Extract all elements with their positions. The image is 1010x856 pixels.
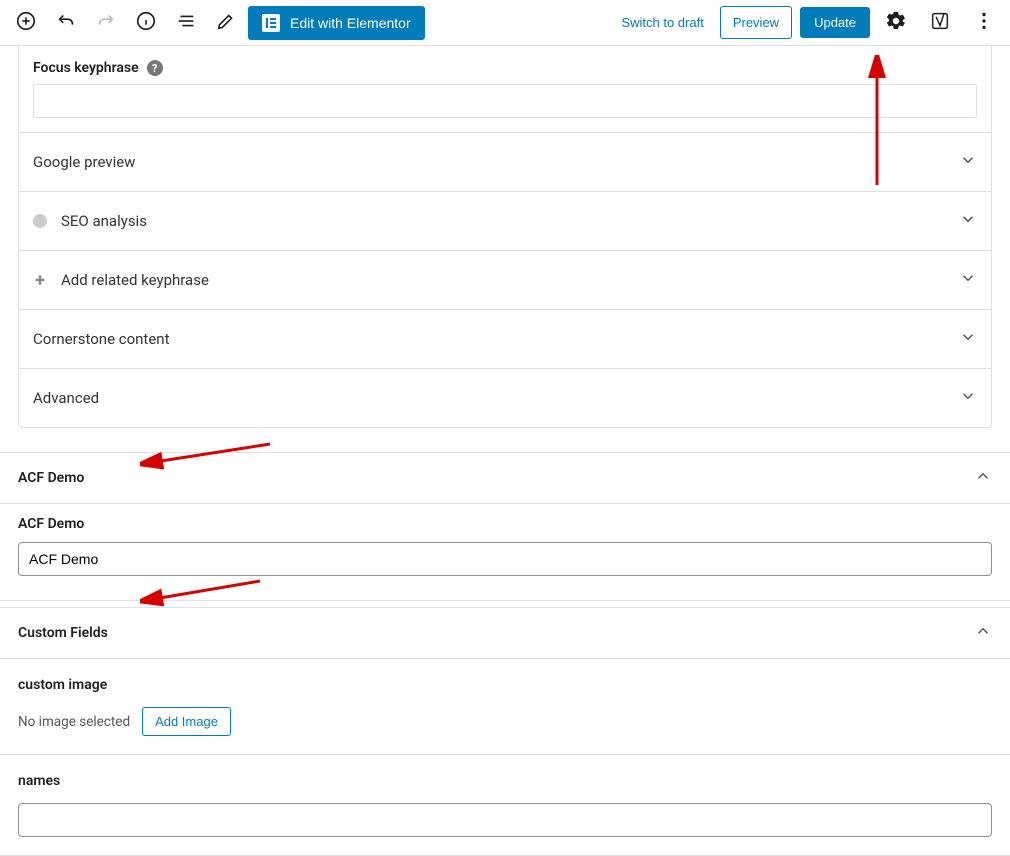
chevron-down-icon bbox=[959, 328, 977, 350]
cornerstone-label: Cornerstone content bbox=[33, 330, 169, 348]
plus-icon: + bbox=[33, 270, 47, 291]
custom-fields-metabox: Custom Fields custom image No image sele… bbox=[0, 607, 1010, 856]
google-preview-label: Google preview bbox=[33, 153, 135, 171]
undo-icon bbox=[55, 10, 77, 35]
focus-keyphrase-label: Focus keyphrase bbox=[33, 60, 139, 76]
status-dot-icon bbox=[33, 214, 47, 228]
editor-toolbar: Edit with Elementor Switch to draft Prev… bbox=[0, 0, 1010, 46]
plus-circle-icon bbox=[15, 10, 37, 35]
yoast-icon bbox=[929, 10, 951, 35]
google-preview-row[interactable]: Google preview bbox=[19, 133, 991, 192]
chevron-down-icon bbox=[959, 387, 977, 409]
elementor-icon bbox=[262, 14, 280, 32]
no-image-text: No image selected bbox=[18, 714, 130, 730]
add-related-label: Add related keyphrase bbox=[61, 271, 209, 289]
info-button[interactable] bbox=[128, 5, 164, 41]
acf-demo-metabox: ACF Demo ACF Demo bbox=[0, 452, 1010, 601]
switch-to-draft-button[interactable]: Switch to draft bbox=[613, 9, 711, 36]
preview-button[interactable]: Preview bbox=[720, 6, 792, 39]
redo-icon bbox=[95, 10, 117, 35]
help-icon[interactable]: ? bbox=[147, 60, 163, 76]
edit-mode-button[interactable] bbox=[208, 5, 244, 41]
add-image-button[interactable]: Add Image bbox=[142, 707, 231, 736]
info-icon bbox=[135, 10, 157, 35]
ellipsis-vertical-icon bbox=[973, 10, 995, 35]
cornerstone-content-row[interactable]: Cornerstone content bbox=[19, 310, 991, 369]
gear-icon bbox=[885, 10, 907, 35]
settings-button[interactable] bbox=[878, 5, 914, 41]
names-label: names bbox=[18, 773, 992, 789]
yoast-button[interactable] bbox=[922, 5, 958, 41]
acf-demo-field-label: ACF Demo bbox=[18, 516, 992, 532]
acf-demo-input[interactable] bbox=[18, 542, 992, 576]
elementor-button-label: Edit with Elementor bbox=[290, 15, 411, 31]
focus-keyphrase-input[interactable] bbox=[33, 84, 977, 118]
custom-fields-header[interactable]: Custom Fields bbox=[0, 608, 1010, 658]
list-view-button[interactable] bbox=[168, 5, 204, 41]
undo-button[interactable] bbox=[48, 5, 84, 41]
names-input[interactable] bbox=[18, 803, 992, 837]
chevron-down-icon bbox=[959, 269, 977, 291]
chevron-up-icon bbox=[974, 622, 992, 644]
seo-analysis-label: SEO analysis bbox=[61, 212, 147, 230]
advanced-row[interactable]: Advanced bbox=[19, 369, 991, 427]
more-options-button[interactable] bbox=[966, 5, 1002, 41]
advanced-label: Advanced bbox=[33, 389, 99, 407]
chevron-up-icon bbox=[974, 467, 992, 489]
acf-demo-header[interactable]: ACF Demo bbox=[0, 453, 1010, 503]
yoast-seo-panel: Focus keyphrase ? Google preview SEO ana… bbox=[18, 46, 992, 428]
pencil-icon bbox=[215, 10, 237, 35]
edit-with-elementor-button[interactable]: Edit with Elementor bbox=[248, 6, 425, 40]
chevron-down-icon bbox=[959, 210, 977, 232]
redo-button[interactable] bbox=[88, 5, 124, 41]
update-button[interactable]: Update bbox=[800, 7, 870, 38]
add-block-button[interactable] bbox=[8, 5, 44, 41]
custom-image-label: custom image bbox=[18, 677, 992, 693]
add-related-keyphrase-row[interactable]: + Add related keyphrase bbox=[19, 251, 991, 310]
chevron-down-icon bbox=[959, 151, 977, 173]
acf-demo-title: ACF Demo bbox=[18, 470, 84, 486]
custom-fields-title: Custom Fields bbox=[18, 625, 108, 641]
list-icon bbox=[175, 10, 197, 35]
seo-analysis-row[interactable]: SEO analysis bbox=[19, 192, 991, 251]
